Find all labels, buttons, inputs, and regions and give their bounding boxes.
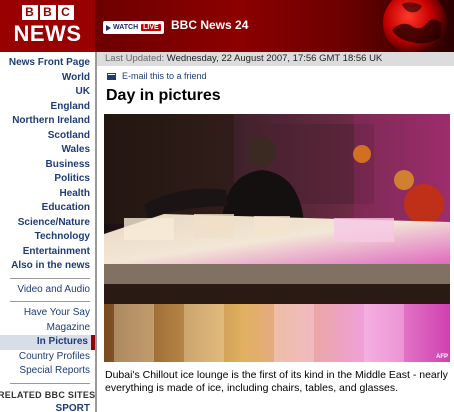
photo-credit: AFP [436,354,448,360]
nav-item-world[interactable]: World [0,71,95,86]
nav-item-education[interactable]: Education [0,201,95,216]
page-title: Day in pictures [106,87,221,104]
photo-caption: Dubai's Chillout ice lounge is the first… [105,369,448,394]
masthead: B B C NEWS WATCH LIVE BBC News 24 [0,0,454,52]
nav-item-northern-ireland[interactable]: Northern Ireland [0,114,95,129]
nav-item-sport[interactable]: SPORT [0,402,95,412]
nav-item-technology[interactable]: Technology [0,230,95,245]
main-content: Last Updated: Wednesday, 22 August 2007,… [95,52,454,412]
globe-icon [383,0,447,52]
left-nav: News Front Page World UK England Norther… [0,56,95,412]
nav-item-scotland[interactable]: Scotland [0,129,95,144]
ice-lounge-photo [104,114,450,362]
nav-divider [10,382,90,384]
bbc-news-logo[interactable]: B B C NEWS [0,0,95,52]
envelope-icon [107,72,116,80]
watch-label: WATCH [113,24,139,31]
day-in-pictures-photo: AFP [104,114,450,362]
nav-item-in-pictures[interactable]: In Pictures [0,335,95,350]
last-updated-label: Last Updated: [105,53,165,64]
bbc-letter: C [57,5,74,20]
nav-item-wales[interactable]: Wales [0,143,95,158]
nav-item-special-reports[interactable]: Special Reports [0,364,95,379]
bbc-letter: B [39,5,56,20]
email-friend-label: E-mail this to a friend [122,71,207,81]
nav-item-also-in-news[interactable]: Also in the news [0,259,95,274]
nav-item-have-your-say[interactable]: Have Your Say [0,306,95,321]
nav-item-science-nature[interactable]: Science/Nature [0,216,95,231]
last-updated-value: Wednesday, 22 August 2007, 17:56 GMT 18:… [166,53,383,64]
bbc-letter: B [21,5,38,20]
bbc-blocks: B B C [21,5,74,20]
nav-item-video-audio[interactable]: Video and Audio [0,283,95,298]
nav-item-uk[interactable]: UK [0,85,95,100]
nav-item-magazine[interactable]: Magazine [0,321,95,336]
last-updated-bar: Last Updated: Wednesday, 22 August 2007,… [97,52,454,66]
related-sites-heading: RELATED BBC SITES [0,389,96,400]
nav-item-entertainment[interactable]: Entertainment [0,245,95,260]
nav-divider [10,301,90,302]
news-wordmark: NEWS [13,21,82,46]
watch-live-button[interactable]: WATCH LIVE [103,21,164,34]
news24-banner: WATCH LIVE BBC News 24 [95,0,454,52]
play-icon [106,24,111,31]
nav-item-front-page[interactable]: News Front Page [0,56,95,71]
nav-divider [10,277,90,279]
live-badge: LIVE [141,24,161,31]
nav-item-country-profiles[interactable]: Country Profiles [0,350,95,365]
nav-item-business[interactable]: Business [0,158,95,173]
page: B B C NEWS WATCH LIVE BBC News 24 News F… [0,0,454,412]
email-friend-link[interactable]: E-mail this to a friend [97,69,454,83]
nav-item-england[interactable]: England [0,100,95,115]
nav-item-politics[interactable]: Politics [0,172,95,187]
channel-name[interactable]: BBC News 24 [171,18,248,32]
nav-item-health[interactable]: Health [0,187,95,202]
